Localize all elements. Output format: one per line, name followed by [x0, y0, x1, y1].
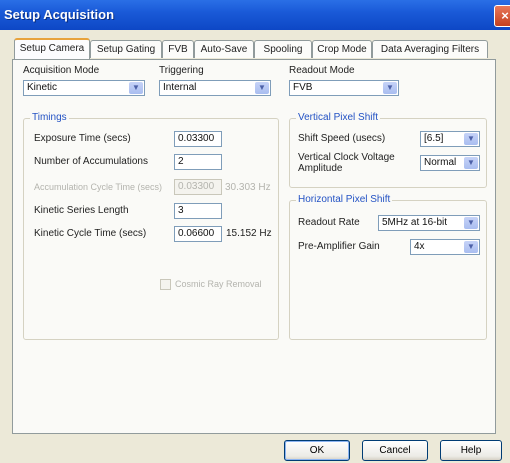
cosmic-ray-removal-label: Cosmic Ray Removal	[175, 279, 262, 289]
help-button[interactable]: Help	[440, 440, 502, 461]
chevron-down-icon[interactable]: ▼	[464, 217, 478, 229]
shift-speed-label: Shift Speed (usecs)	[298, 133, 386, 144]
readout-rate-select[interactable]: 5MHz at 16-bit ▼	[378, 215, 480, 231]
exposure-time-input[interactable]: 0.03300	[174, 131, 222, 147]
chevron-down-icon[interactable]: ▼	[464, 241, 478, 253]
chevron-down-icon[interactable]: ▼	[464, 133, 478, 145]
pre-amplifier-gain-select[interactable]: 4x ▼	[410, 239, 480, 255]
accumulations-input[interactable]: 2	[174, 154, 222, 170]
timings-group: Timings Exposure Time (secs) 0.03300 Num…	[23, 112, 279, 340]
kinetic-cycle-time-label: Kinetic Cycle Time (secs)	[34, 228, 147, 239]
kinetic-series-length-input[interactable]: 3	[174, 203, 222, 219]
tab-auto-save[interactable]: Auto-Save	[194, 40, 254, 58]
triggering-label: Triggering	[159, 65, 204, 76]
kinetic-cycle-frequency: 15.152 Hz	[226, 228, 272, 239]
readout-mode-value: FVB	[293, 82, 313, 93]
accumulation-cycle-label: Accumulation Cycle Time (secs)	[34, 182, 163, 192]
horizontal-pixel-shift-group: Horizontal Pixel Shift Readout Rate 5MHz…	[289, 194, 487, 340]
horizontal-pixel-shift-title: Horizontal Pixel Shift	[296, 194, 393, 205]
vertical-clock-value: Normal	[424, 157, 457, 168]
pre-amplifier-gain-label: Pre-Amplifier Gain	[298, 241, 380, 252]
accumulation-cycle-input: 0.03300	[174, 179, 222, 195]
readout-mode-select[interactable]: FVB ▼	[289, 80, 399, 96]
kinetic-series-length-label: Kinetic Series Length	[34, 205, 129, 216]
readout-mode-label: Readout Mode	[289, 65, 355, 76]
vertical-clock-label-line2: Amplitude	[298, 163, 343, 174]
vertical-clock-select[interactable]: Normal ▼	[420, 155, 480, 171]
vertical-clock-label-line1: Vertical Clock Voltage	[298, 152, 395, 163]
close-icon[interactable]: ×	[494, 5, 510, 27]
window-title: Setup Acquisition	[4, 7, 115, 22]
cosmic-ray-removal-checkbox[interactable]	[160, 279, 171, 290]
tab-crop-mode[interactable]: Crop Mode	[312, 40, 372, 58]
chevron-down-icon[interactable]: ▼	[129, 82, 143, 94]
triggering-select[interactable]: Internal ▼	[159, 80, 271, 96]
shift-speed-value: [6.5]	[424, 133, 444, 144]
tab-fvb[interactable]: FVB	[162, 40, 194, 58]
tab-setup-gating[interactable]: Setup Gating	[90, 40, 162, 58]
tab-setup-camera[interactable]: Setup Camera	[14, 38, 90, 59]
acquisition-mode-select[interactable]: Kinetic ▼	[23, 80, 145, 96]
vertical-pixel-shift-group: Vertical Pixel Shift Shift Speed (usecs)…	[289, 112, 487, 188]
title-bar: Setup Acquisition ×	[0, 0, 510, 30]
tab-data-averaging-filters[interactable]: Data Averaging Filters	[372, 40, 488, 58]
triggering-value: Internal	[163, 82, 197, 93]
ok-button[interactable]: OK	[284, 440, 350, 461]
shift-speed-select[interactable]: [6.5] ▼	[420, 131, 480, 147]
accumulations-label: Number of Accumulations	[34, 156, 148, 167]
timings-title: Timings	[30, 112, 69, 123]
acquisition-mode-label: Acquisition Mode	[23, 65, 100, 76]
setup-camera-panel: Acquisition Mode Kinetic ▼ Triggering In…	[12, 59, 496, 434]
pre-amplifier-gain-value: 4x	[414, 241, 425, 252]
cancel-button[interactable]: Cancel	[362, 440, 428, 461]
chevron-down-icon[interactable]: ▼	[255, 82, 269, 94]
chevron-down-icon[interactable]: ▼	[383, 82, 397, 94]
chevron-down-icon[interactable]: ▼	[464, 157, 478, 169]
tab-spooling[interactable]: Spooling	[254, 40, 312, 58]
readout-rate-value: 5MHz at 16-bit	[382, 217, 448, 228]
vertical-pixel-shift-title: Vertical Pixel Shift	[296, 112, 381, 123]
exposure-time-label: Exposure Time (secs)	[34, 133, 131, 144]
acquisition-mode-value: Kinetic	[27, 82, 58, 93]
kinetic-cycle-time-input[interactable]: 0.06600	[174, 226, 222, 242]
accumulation-cycle-frequency: 30.303 Hz	[225, 182, 271, 193]
readout-rate-label: Readout Rate	[298, 217, 360, 228]
